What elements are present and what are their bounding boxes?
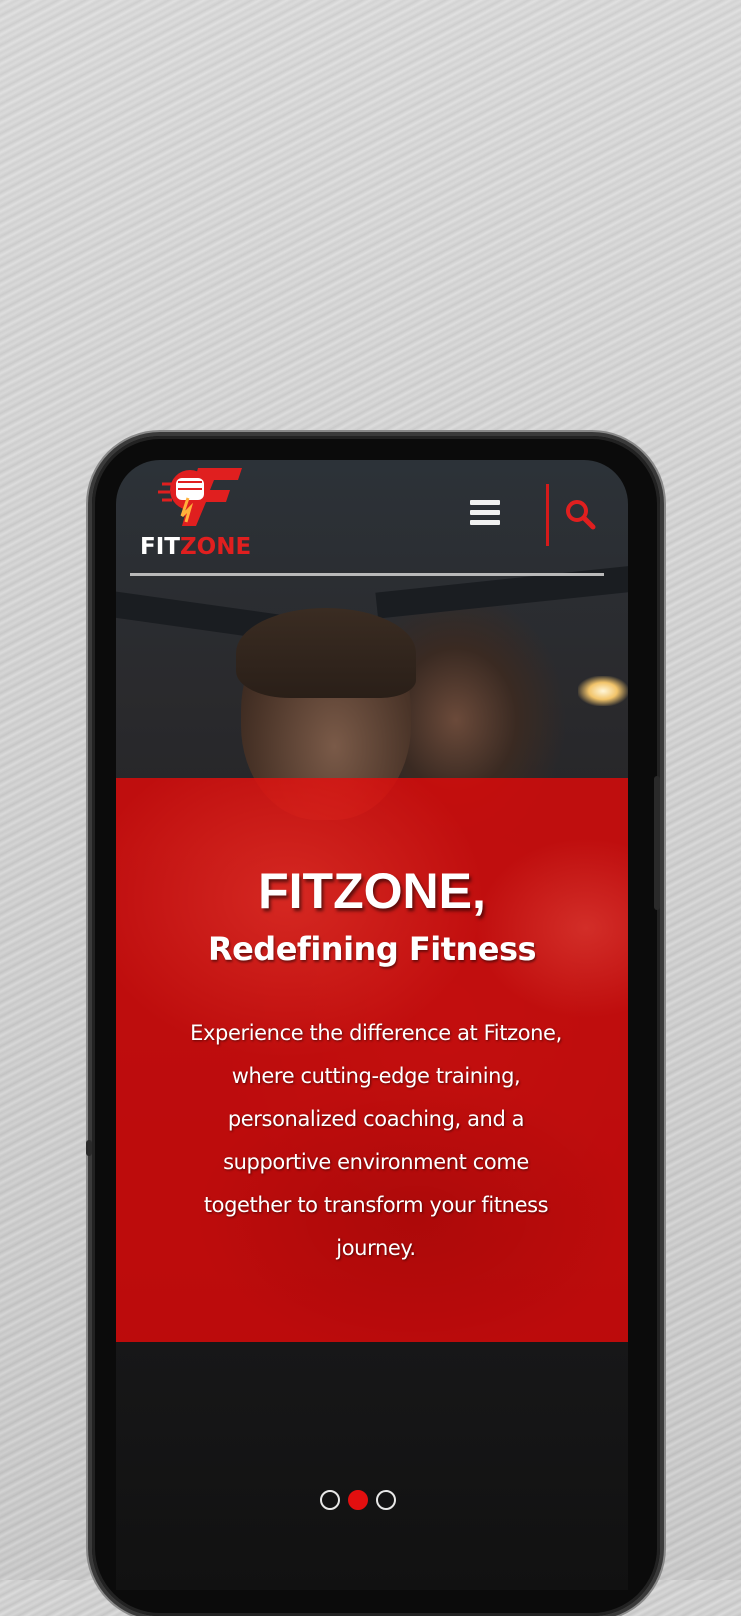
hero-description: Experience the difference at Fitzone, wh… [190, 1021, 562, 1260]
phone-volume-button [86, 1140, 92, 1156]
carousel-dot-2[interactable] [348, 1490, 368, 1510]
search-icon[interactable] [562, 496, 598, 532]
brand-suffix: ZONE [179, 534, 252, 560]
carousel-dot-1[interactable] [320, 1490, 340, 1510]
header-divider [546, 484, 549, 546]
header-underline [130, 573, 604, 576]
ceiling-lamp [578, 676, 628, 706]
phone-side-button [654, 776, 660, 910]
hero-subtitle: Redefining Fitness [207, 930, 537, 968]
hamburger-menu-icon[interactable] [470, 500, 500, 528]
hero-title: FITZONE, [258, 863, 486, 919]
athlete-hair [236, 608, 416, 698]
phone-screen: FITZONE FITZONE, Redefining Fitness Expe… [116, 460, 628, 1590]
carousel-dot-3[interactable] [376, 1490, 396, 1510]
brand-prefix: FIT [140, 534, 180, 560]
site-header: FITZONE [116, 460, 628, 578]
carousel-indicators [320, 1490, 410, 1516]
brand-wordmark[interactable]: FITZONE [140, 534, 251, 560]
